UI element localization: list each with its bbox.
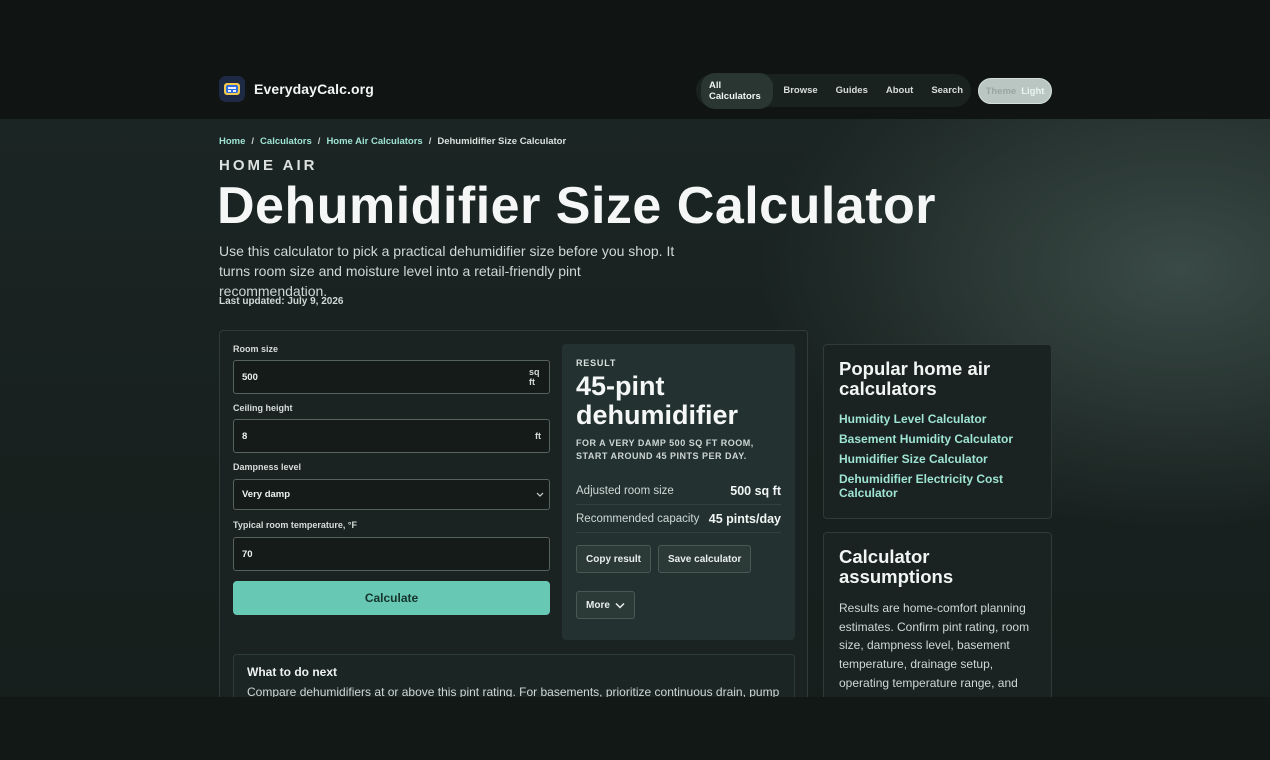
theme-value: Light	[1021, 85, 1045, 97]
site-logo[interactable]: EverydayCalc.org	[219, 76, 374, 102]
breadcrumb-current: Dehumidifier Size Calculator	[437, 136, 567, 147]
calculator-card: Room size 500 sq ft Ceiling height 8 ft …	[219, 330, 808, 760]
dampness-value: Very damp	[242, 489, 291, 500]
page-intro: Use this calculator to pick a practical …	[219, 243, 675, 299]
result-row: Adjusted room size 500 sq ft	[576, 477, 781, 505]
result-more-row: More	[576, 591, 781, 619]
temperature-value: 70	[242, 548, 253, 560]
nav-search[interactable]: Search	[923, 78, 971, 103]
popular-link[interactable]: Humidifier Size Calculator	[839, 452, 1036, 466]
chevron-down-icon	[536, 492, 544, 497]
result-value: 45-pint dehumidifier	[576, 371, 739, 430]
nav-browse[interactable]: Browse	[775, 78, 825, 103]
nav-about[interactable]: About	[878, 78, 921, 103]
dampness-label: Dampness level	[233, 462, 302, 472]
popular-link[interactable]: Basement Humidity Calculator	[839, 432, 1036, 446]
assumptions-text: Results are home-comfort planning estima…	[839, 601, 1030, 709]
breadcrumb-separator: /	[251, 136, 255, 147]
nav-all-calculators[interactable]: All Calculators	[701, 72, 774, 109]
result-panel: RESULT 45-pint dehumidifier FOR A VERY D…	[562, 344, 795, 640]
result-row-label: Recommended capacity	[576, 512, 700, 525]
calculator-logo-icon	[219, 76, 245, 102]
ceiling-height-input[interactable]: 8 ft	[233, 419, 550, 453]
room-size-input[interactable]: 500 sq ft	[233, 360, 550, 394]
brand-name: EverydayCalc.org	[254, 81, 374, 97]
last-updated: Last updated: July 9, 2026	[219, 296, 344, 307]
ceiling-height-value: 8	[242, 430, 248, 442]
breadcrumb-separator: /	[317, 136, 321, 147]
popular-link[interactable]: Humidity Level Calculator	[839, 412, 1036, 426]
result-actions: Copy result Save calculator	[576, 545, 781, 573]
breadcrumb-home-air[interactable]: Home Air Calculators	[326, 136, 422, 147]
page-title: Dehumidifier Size Calculator	[217, 177, 937, 235]
popular-calculators-list: Humidity Level Calculator Basement Humid…	[839, 412, 1036, 500]
result-row-label: Adjusted room size	[576, 484, 674, 497]
result-row: Recommended capacity 45 pints/day	[576, 505, 781, 533]
result-note: FOR A VERY DAMP 500 SQ FT ROOM, START AR…	[576, 438, 754, 461]
category-eyebrow: HOME AIR	[219, 157, 318, 174]
result-label: RESULT	[576, 358, 617, 368]
temperature-input[interactable]: 70	[233, 537, 550, 571]
more-button[interactable]: More	[576, 591, 635, 619]
popular-link[interactable]: Dehumidifier Electricity Cost Calculator	[839, 472, 1036, 500]
copy-result-button[interactable]: Copy result	[576, 545, 652, 573]
breadcrumb-calculators[interactable]: Calculators	[260, 136, 312, 147]
result-row-value: 45 pints/day	[708, 511, 781, 526]
temperature-label: Typical room temperature, °F	[233, 520, 357, 530]
chevron-down-icon	[615, 602, 625, 609]
breadcrumb: Home / Calculators / Home Air Calculator…	[219, 136, 566, 147]
result-row-value: 500 sq ft	[730, 483, 781, 498]
site-header: EverydayCalc.org All Calculators Browse …	[219, 72, 1052, 109]
room-size-value: 500	[242, 371, 258, 383]
room-size-label: Room size	[233, 344, 279, 354]
assumptions-title: Calculator assumptions	[839, 546, 954, 587]
theme-toggle-button[interactable]: Theme Light	[978, 78, 1052, 104]
save-calculator-button[interactable]: Save calculator	[658, 545, 752, 573]
popular-calculators-card: Popular home air calculators Humidity Le…	[823, 344, 1052, 519]
ceiling-height-label: Ceiling height	[233, 403, 293, 413]
dampness-select[interactable]: Very damp	[233, 479, 550, 510]
ceiling-height-unit: ft	[535, 431, 541, 441]
assumptions-card: Calculator assumptions Results are home-…	[823, 532, 1052, 712]
calculate-button[interactable]: Calculate	[233, 581, 550, 615]
more-label: More	[586, 599, 610, 611]
breadcrumb-separator: /	[428, 136, 432, 147]
room-size-unit: sq ft	[529, 367, 540, 387]
breadcrumb-home[interactable]: Home	[219, 136, 245, 147]
popular-calculators-title: Popular home air calculators	[839, 358, 991, 399]
main-nav: All Calculators Browse Guides About Sear…	[696, 72, 971, 109]
nav-guides[interactable]: Guides	[828, 78, 876, 103]
theme-label: Theme	[985, 85, 1017, 97]
page-bottom-band	[0, 697, 1270, 760]
next-steps-title: What to do next	[247, 665, 337, 679]
